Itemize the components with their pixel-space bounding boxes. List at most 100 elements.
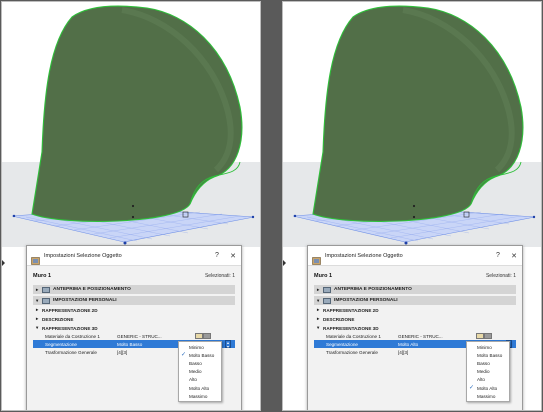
close-button[interactable]: ✕ <box>506 252 522 260</box>
dialog-header: Muro 1 Selezionati: 1 <box>27 269 241 283</box>
option-label: Basso <box>189 360 202 366</box>
dialog-titlebar[interactable]: Impostazioni Selezione Oggetto ? ✕ <box>308 246 522 266</box>
option-label: Minimo <box>189 344 204 350</box>
property-value: GENERIC - STRUC... <box>398 333 443 339</box>
material-swatch[interactable] <box>195 333 211 339</box>
viewport-panel-left: Impostazioni Selezione Oggetto ? ✕ Muro … <box>1 1 261 411</box>
object-name: Muro 1 <box>314 273 333 279</box>
hotspot[interactable] <box>12 214 16 218</box>
panel-resize-handle[interactable] <box>283 260 286 266</box>
subsection-3d[interactable]: ▾ RAPPRESENTAZIONE 3D <box>33 324 235 332</box>
dropdown-option[interactable]: Minimo <box>179 343 221 351</box>
hotspot[interactable] <box>131 215 135 219</box>
segmentation-dropdown[interactable]: Minimo ✓ Molto Basso Basso Medio Alto Mol… <box>178 341 222 403</box>
option-label: Medio <box>477 369 490 375</box>
3d-viewport-right[interactable] <box>283 2 542 247</box>
dropdown-option[interactable]: Alto <box>467 376 509 384</box>
dropdown-stepper-icon[interactable]: ▴▾ <box>225 340 231 349</box>
dialog-title: Impostazioni Selezione Oggetto <box>325 252 403 259</box>
help-button[interactable]: ? <box>209 252 225 259</box>
dropdown-option[interactable]: Massimo <box>179 392 221 400</box>
custom-settings-icon <box>42 297 50 304</box>
dialog-title: Impostazioni Selezione Oggetto <box>44 252 122 259</box>
option-label: Alto <box>189 377 197 383</box>
selected-count: Selezionati: 1 <box>204 273 235 279</box>
subsection-label: RAPPRESENTAZIONE 3D <box>323 325 379 331</box>
dropdown-option[interactable]: Massimo <box>467 392 509 400</box>
object-settings-dialog: Impostazioni Selezione Oggetto ? ✕ Muro … <box>307 245 523 410</box>
custom-settings-icon <box>323 297 331 304</box>
property-name: Segmentazione <box>45 341 77 347</box>
preview-icon <box>42 286 50 293</box>
option-label: Medio <box>189 369 202 375</box>
option-label: Basso <box>477 360 490 366</box>
preview-icon <box>323 286 331 293</box>
subsection-description[interactable]: ▸ DESCRIZIONE <box>33 315 235 323</box>
object-name: Muro 1 <box>33 273 52 279</box>
hotspot[interactable] <box>251 215 255 219</box>
dropdown-option[interactable]: Minimo <box>467 343 509 351</box>
hotspot[interactable] <box>293 214 297 218</box>
help-button[interactable]: ? <box>490 252 506 259</box>
subsection-3d[interactable]: ▾ RAPPRESENTAZIONE 3D <box>314 324 516 332</box>
option-label: Molto Alto <box>189 385 210 391</box>
subsection-label: DESCRIZIONE <box>42 316 74 322</box>
segmentation-dropdown[interactable]: Minimo Molto Basso Basso Medio Alto ✓ Mol… <box>466 341 510 403</box>
option-label: Alto <box>477 377 485 383</box>
section-preview-positioning[interactable]: ▸ ANTEPRIMA E POSIZIONAMENTO <box>33 285 235 294</box>
dropdown-option[interactable]: Alto <box>179 376 221 384</box>
option-label: Molto Basso <box>477 352 503 358</box>
dialog-header: Muro 1 Selezionati: 1 <box>308 269 522 283</box>
dropdown-option[interactable]: Medio <box>179 368 221 376</box>
hotspot[interactable] <box>131 204 135 208</box>
section-label: IMPOSTAZIONI PERSONALI <box>334 298 398 303</box>
subsection-label: RAPPRESENTAZIONE 2D <box>42 307 98 313</box>
hotspot[interactable] <box>532 215 536 219</box>
option-label: Massimo <box>477 393 496 399</box>
option-label: Molto Basso <box>189 352 215 358</box>
3d-viewport-left[interactable] <box>2 2 261 247</box>
subsection-description[interactable]: ▸ DESCRIZIONE <box>314 315 516 323</box>
dialog-titlebar[interactable]: Impostazioni Selezione Oggetto ? ✕ <box>27 246 241 266</box>
object-tool-icon <box>312 252 321 265</box>
dropdown-option[interactable]: Medio <box>467 368 509 376</box>
dropdown-option[interactable]: Basso <box>467 359 509 367</box>
section-label: ANTEPRIMA E POSIZIONAMENTO <box>334 287 412 292</box>
section-label: ANTEPRIMA E POSIZIONAMENTO <box>53 287 131 292</box>
property-value: GENERIC - STRUC... <box>117 333 162 339</box>
subsection-label: RAPPRESENTAZIONE 3D <box>42 325 98 331</box>
property-name: Trasformazione Generale <box>326 349 378 355</box>
property-name: Materiale da Costruzione 1 <box>326 333 381 339</box>
hotspot[interactable] <box>412 215 416 219</box>
subsection-2d[interactable]: ▸ RAPPRESENTAZIONE 2D <box>33 306 235 314</box>
checkmark-icon: ✓ <box>469 384 475 391</box>
dropdown-option-selected[interactable]: ✓ Molto Alto <box>467 384 509 392</box>
section-custom-settings[interactable]: ▾ IMPOSTAZIONI PERSONALI <box>314 296 516 305</box>
option-label: Minimo <box>477 344 492 350</box>
option-label: Massimo <box>189 393 208 399</box>
option-label: Molto Alto <box>477 385 498 391</box>
subsection-label: DESCRIZIONE <box>323 316 355 322</box>
section-label: IMPOSTAZIONI PERSONALI <box>53 298 117 303</box>
object-settings-dialog: Impostazioni Selezione Oggetto ? ✕ Muro … <box>26 245 242 410</box>
property-row-material[interactable]: Materiale da Costruzione 1 GENERIC - STR… <box>314 332 516 340</box>
viewport-panel-right: Impostazioni Selezione Oggetto ? ✕ Muro … <box>282 1 542 411</box>
close-button[interactable]: ✕ <box>225 252 241 260</box>
subsection-label: RAPPRESENTAZIONE 2D <box>323 307 379 313</box>
dropdown-option[interactable]: Molto Basso <box>467 351 509 359</box>
panel-resize-handle[interactable] <box>2 260 5 266</box>
property-name: Materiale da Costruzione 1 <box>45 333 100 339</box>
dropdown-option[interactable]: Molto Alto <box>179 384 221 392</box>
property-name: Segmentazione <box>326 341 358 347</box>
selected-count: Selezionati: 1 <box>485 273 516 279</box>
property-name: Trasformazione Generale <box>45 349 97 355</box>
checkmark-icon: ✓ <box>181 352 187 359</box>
section-custom-settings[interactable]: ▾ IMPOSTAZIONI PERSONALI <box>33 296 235 305</box>
material-swatch[interactable] <box>476 333 492 339</box>
dropdown-option[interactable]: Basso <box>179 359 221 367</box>
hotspot[interactable] <box>412 204 416 208</box>
section-preview-positioning[interactable]: ▸ ANTEPRIMA E POSIZIONAMENTO <box>314 285 516 294</box>
property-row-material[interactable]: Materiale da Costruzione 1 GENERIC - STR… <box>33 332 235 340</box>
dropdown-option-selected[interactable]: ✓ Molto Basso <box>179 351 221 359</box>
subsection-2d[interactable]: ▸ RAPPRESENTAZIONE 2D <box>314 306 516 314</box>
